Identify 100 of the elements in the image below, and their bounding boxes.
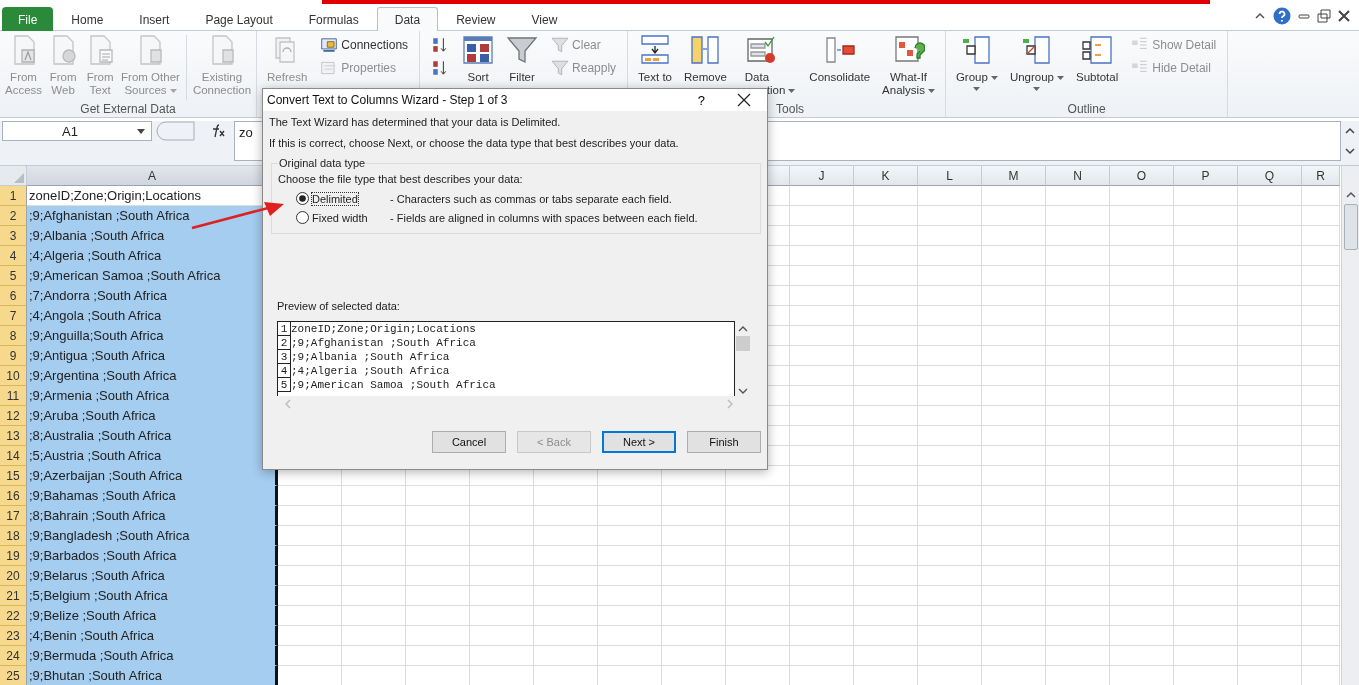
spreadsheet-cell xyxy=(790,506,854,526)
column-header[interactable]: L xyxy=(918,166,982,186)
column-header[interactable]: Q xyxy=(1238,166,1302,186)
spreadsheet-cell xyxy=(854,426,918,446)
ribbon-tab[interactable]: Home xyxy=(53,7,122,31)
ribbon-button[interactable]: Remove xyxy=(682,33,729,85)
row-number[interactable]: 6 xyxy=(0,286,27,306)
spreadsheet-cell xyxy=(1174,246,1238,266)
ribbon-tab[interactable]: File xyxy=(2,7,54,31)
row-number[interactable]: 14 xyxy=(0,446,27,466)
name-box[interactable]: A1 xyxy=(2,121,152,141)
spreadsheet-cell xyxy=(854,206,918,226)
row-number[interactable]: 19 xyxy=(0,546,27,566)
spreadsheet-cell xyxy=(918,626,982,646)
spreadsheet-cell xyxy=(1238,646,1302,666)
ribbon-button[interactable]: What-If Analysis xyxy=(880,33,937,98)
help-icon[interactable] xyxy=(1273,7,1291,25)
dialog-button[interactable]: Cancel xyxy=(432,431,506,453)
scroll-down-icon[interactable] xyxy=(737,386,749,396)
dialog-button[interactable]: Finish xyxy=(687,431,761,453)
close-icon[interactable] xyxy=(1337,9,1351,23)
spreadsheet-cell xyxy=(918,506,982,526)
row-number[interactable]: 1 xyxy=(0,186,27,206)
row-number[interactable]: 4 xyxy=(0,246,27,266)
spreadsheet-cell xyxy=(1302,366,1340,386)
column-header[interactable]: R xyxy=(1302,166,1340,186)
spreadsheet-cell xyxy=(1110,246,1174,266)
scroll-thumb[interactable] xyxy=(736,336,750,351)
ribbon-tab[interactable]: Data xyxy=(376,7,439,31)
row-number[interactable]: 21 xyxy=(0,586,27,606)
preview-line: zoneID;Zone;Origin;Locations xyxy=(291,322,476,336)
spreadsheet-cell xyxy=(1046,186,1110,206)
row-number[interactable]: 24 xyxy=(0,646,27,666)
row-number[interactable]: 15 xyxy=(0,466,27,486)
row-number[interactable]: 13 xyxy=(0,426,27,446)
ribbon-button[interactable]: Consolidate xyxy=(807,33,873,85)
spreadsheet-cell xyxy=(982,486,1046,506)
row-number[interactable]: 25 xyxy=(0,666,27,685)
spreadsheet-cell xyxy=(470,506,534,526)
spreadsheet-cell xyxy=(1046,306,1110,326)
row-number[interactable]: 11 xyxy=(0,386,27,406)
scroll-up-icon[interactable] xyxy=(737,324,749,334)
spreadsheet-cell xyxy=(854,526,918,546)
ribbon-tab[interactable]: Insert xyxy=(121,7,188,31)
row-number[interactable]: 22 xyxy=(0,606,27,626)
row-number[interactable]: 5 xyxy=(0,266,27,286)
spreadsheet-cell xyxy=(1302,386,1340,406)
row-number[interactable]: 16 xyxy=(0,486,27,506)
spreadsheet-cell xyxy=(1174,466,1238,486)
ribbon-button[interactable]: Filter xyxy=(504,33,541,85)
ribbon-button[interactable]: Ungroup xyxy=(1007,33,1066,92)
row-number[interactable]: 23 xyxy=(0,626,27,646)
row-number[interactable]: 12 xyxy=(0,406,27,426)
row-number[interactable]: 10 xyxy=(0,366,27,386)
spreadsheet-cell xyxy=(1238,286,1302,306)
ribbon-button[interactable]: Text to xyxy=(636,33,674,85)
ribbon-button[interactable]: Sort xyxy=(460,33,497,85)
restore-icon[interactable] xyxy=(1317,9,1331,23)
row-number[interactable]: 20 xyxy=(0,566,27,586)
row-number[interactable]: 3 xyxy=(0,226,27,246)
column-header[interactable]: O xyxy=(1110,166,1174,186)
spreadsheet-cell xyxy=(598,606,662,626)
spreadsheet-cell xyxy=(1238,586,1302,606)
ribbon-tab[interactable]: View xyxy=(513,7,576,31)
spreadsheet-cell xyxy=(982,426,1046,446)
spreadsheet-cell xyxy=(342,486,406,506)
splitter-handle[interactable] xyxy=(156,121,196,141)
column-header[interactable]: M xyxy=(982,166,1046,186)
scroll-thumb[interactable] xyxy=(1343,204,1358,250)
spreadsheet-cell xyxy=(854,266,918,286)
row-number[interactable]: 9 xyxy=(0,346,27,366)
row-number[interactable]: 18 xyxy=(0,526,27,546)
ribbon-tab[interactable]: Review xyxy=(438,7,514,31)
spreadsheet-cell xyxy=(1110,566,1174,586)
row-number[interactable]: 8 xyxy=(0,326,27,346)
function-icon[interactable] xyxy=(210,123,226,139)
spreadsheet-cell xyxy=(982,506,1046,526)
column-header[interactable]: P xyxy=(1174,166,1238,186)
spreadsheet-cell xyxy=(1174,286,1238,306)
column-header[interactable]: N xyxy=(1046,166,1110,186)
radio-option[interactable]: Fixed width xyxy=(296,211,390,224)
ribbon-tab[interactable]: Page Layout xyxy=(187,7,291,31)
help-button[interactable]: ? xyxy=(693,92,709,108)
spreadsheet-cell xyxy=(1174,186,1238,206)
dialog-button[interactable]: Next > xyxy=(602,431,676,453)
ribbon-tab[interactable]: Formulas xyxy=(290,7,377,31)
spreadsheet-cell xyxy=(1238,386,1302,406)
vertical-scrollbar[interactable] xyxy=(1341,166,1359,685)
spreadsheet-cell xyxy=(598,486,662,506)
ribbon-button[interactable]: Connections xyxy=(317,35,412,55)
row-number[interactable]: 2 xyxy=(0,206,27,226)
close-icon[interactable] xyxy=(737,93,751,107)
row-number[interactable]: 17 xyxy=(0,506,27,526)
ribbon-button[interactable]: Group xyxy=(953,33,1000,92)
column-header[interactable]: J xyxy=(790,166,854,186)
row-number[interactable]: 7 xyxy=(0,306,27,326)
column-header[interactable]: K xyxy=(854,166,918,186)
spreadsheet-cell xyxy=(790,606,854,626)
ribbon-button[interactable]: Subtotal xyxy=(1074,33,1121,85)
radio-option[interactable]: Delimited xyxy=(296,192,390,205)
